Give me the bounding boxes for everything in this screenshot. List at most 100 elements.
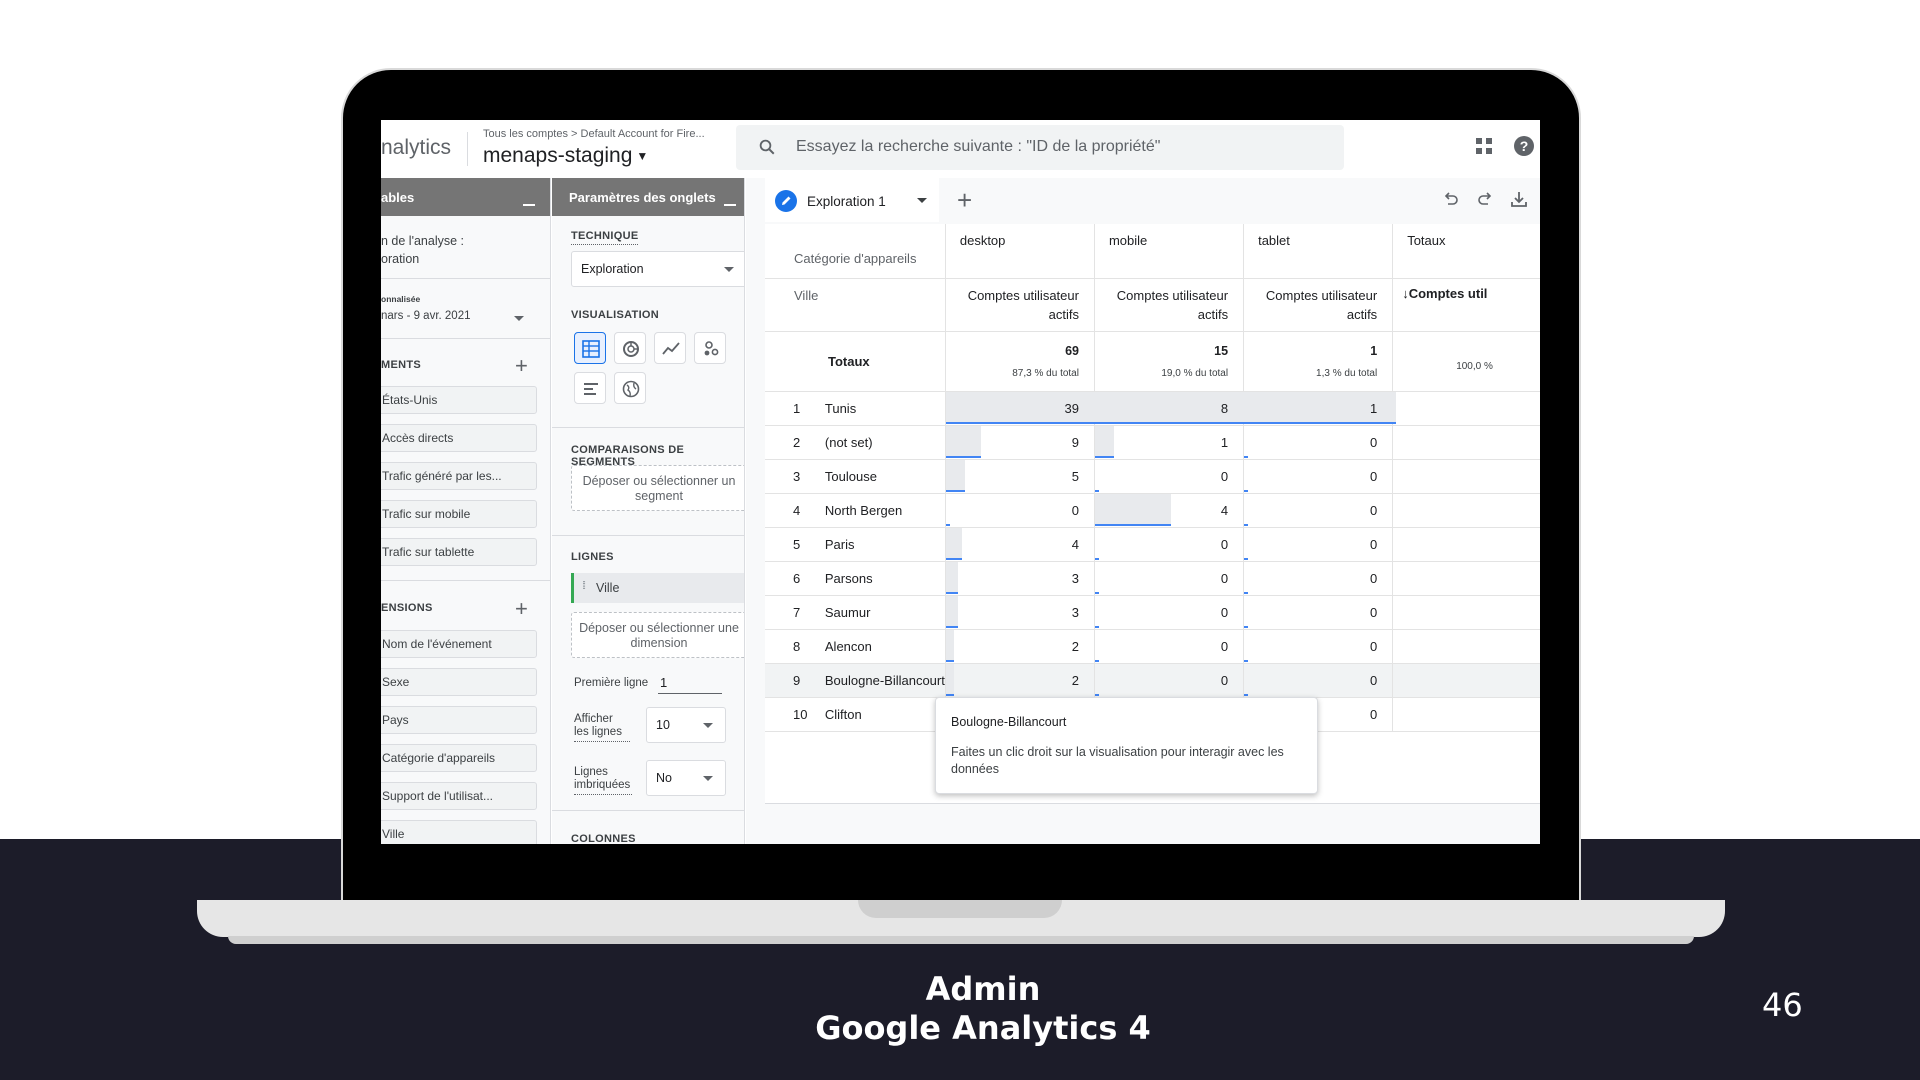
cell-mobile[interactable]: 0 — [1094, 663, 1245, 698]
cell-tablet[interactable]: 0 — [1243, 629, 1394, 664]
dimension-chip[interactable]: Pays — [381, 706, 537, 734]
cell-desktop[interactable]: 3 — [945, 595, 1095, 630]
cell-total[interactable] — [1392, 425, 1540, 460]
cell-mobile[interactable]: 1 — [1094, 425, 1245, 460]
dimension-chip[interactable]: Support de l'utilisat... — [381, 782, 537, 810]
tab-menu-caret-icon[interactable] — [917, 198, 927, 203]
cell-total[interactable] — [1392, 561, 1540, 596]
row-city[interactable]: Paris — [824, 527, 946, 562]
drag-handle-icon[interactable]: ⁞⁞ — [582, 580, 586, 592]
analysis-name-value[interactable]: oration — [381, 252, 419, 266]
date-range-value[interactable]: nars - 9 avr. 2021 — [381, 310, 471, 322]
table-viz-button[interactable] — [574, 332, 606, 364]
metric-header[interactable]: Comptes utilisateur actifs — [1243, 278, 1394, 332]
table-row[interactable]: 2 (not set) 9 1 0 — [765, 425, 1540, 460]
segment-chip[interactable]: Trafic généré par les... — [381, 462, 537, 490]
table-row[interactable]: 8 Alencon 2 0 0 — [765, 629, 1540, 664]
row-dimension-chip[interactable]: ⁞⁞ Ville — [571, 573, 744, 603]
property-selector[interactable]: menaps-staging ▼ — [483, 144, 648, 168]
collapse-icon[interactable] — [523, 204, 535, 206]
column-header-totals[interactable]: Totaux — [1392, 224, 1540, 279]
help-icon[interactable]: ? — [1514, 136, 1534, 156]
cell-tablet[interactable]: 0 — [1243, 527, 1394, 562]
cell-mobile[interactable]: 0 — [1094, 561, 1245, 596]
redo-icon[interactable] — [1476, 190, 1494, 208]
metric-header[interactable]: Comptes utilisateur actifs — [1094, 278, 1245, 332]
metric-header[interactable]: Comptes utilisateur actifs — [945, 278, 1095, 332]
cell-mobile[interactable]: 0 — [1094, 595, 1245, 630]
date-dropdown-icon[interactable] — [514, 316, 524, 321]
cell-total[interactable] — [1392, 527, 1540, 562]
search-box[interactable] — [736, 125, 1344, 170]
cell-total[interactable] — [1392, 663, 1540, 698]
cell-mobile[interactable]: 0 — [1094, 459, 1245, 494]
cell-desktop[interactable]: 39 — [945, 391, 1098, 426]
tab-exploration-1[interactable]: Exploration 1 — [765, 178, 939, 222]
table-row[interactable]: 6 Parsons 3 0 0 — [765, 561, 1540, 596]
cell-tablet[interactable]: 0 — [1243, 663, 1394, 698]
table-row[interactable]: 5 Paris 4 0 0 — [765, 527, 1540, 562]
bar-viz-button[interactable] — [574, 372, 606, 404]
first-row-input[interactable] — [658, 672, 722, 694]
cell-desktop[interactable]: 9 — [945, 425, 1095, 460]
scatter-viz-button[interactable] — [694, 332, 726, 364]
cell-total[interactable] — [1392, 697, 1540, 732]
column-header-tablet[interactable]: tablet — [1243, 224, 1394, 279]
collapse-icon[interactable] — [724, 204, 736, 206]
cell-total[interactable] — [1392, 391, 1540, 426]
table-row[interactable]: 7 Saumur 3 0 0 — [765, 595, 1540, 630]
add-segment-icon[interactable]: + — [515, 355, 528, 377]
cell-desktop[interactable]: 2 — [945, 663, 1095, 698]
cell-desktop[interactable]: 0 — [945, 493, 1095, 528]
donut-viz-button[interactable] — [614, 332, 646, 364]
cell-tablet[interactable]: 0 — [1243, 459, 1394, 494]
segment-chip[interactable]: Trafic sur mobile — [381, 500, 537, 528]
row-city[interactable]: Tunis — [824, 391, 946, 426]
dimension-dropzone[interactable]: Déposer ou sélectionner une dimension — [571, 612, 744, 658]
table-row[interactable]: 9 Boulogne-Billancourt 2 0 0 — [765, 663, 1540, 698]
search-input[interactable] — [796, 136, 1316, 158]
apps-grid-icon[interactable] — [1474, 136, 1494, 156]
cell-tablet[interactable]: 0 — [1243, 493, 1394, 528]
dimension-chip[interactable]: Catégorie d'appareils — [381, 744, 537, 772]
table-row[interactable]: 1 Tunis 39 8 1 — [765, 391, 1540, 426]
cell-mobile[interactable]: 8 — [1094, 391, 1247, 426]
row-city[interactable]: North Bergen — [824, 493, 946, 528]
cell-desktop[interactable]: 3 — [945, 561, 1095, 596]
cell-total[interactable] — [1392, 493, 1540, 528]
cell-total[interactable] — [1392, 629, 1540, 664]
cell-tablet[interactable]: 1 — [1243, 391, 1397, 426]
nested-rows-select[interactable]: No — [646, 760, 726, 796]
cell-tablet[interactable]: 0 — [1243, 561, 1394, 596]
cell-total[interactable] — [1392, 595, 1540, 630]
row-dimension-header[interactable]: Ville — [794, 288, 818, 303]
cell-total[interactable] — [1392, 459, 1540, 494]
row-city[interactable]: Alencon — [824, 629, 946, 664]
dimension-chip[interactable]: Nom de l'événement — [381, 630, 537, 658]
edit-pencil-icon[interactable] — [775, 190, 797, 212]
table-row[interactable]: 4 North Bergen 0 4 0 — [765, 493, 1540, 528]
row-city[interactable]: Boulogne-Billancourt — [824, 663, 946, 698]
row-city[interactable]: Parsons — [824, 561, 946, 596]
segment-dropzone[interactable]: Déposer ou sélectionner un segment — [571, 465, 744, 511]
geo-viz-button[interactable] — [614, 372, 646, 404]
cell-desktop[interactable]: 4 — [945, 527, 1095, 562]
dimension-chip[interactable]: Ville — [381, 820, 537, 844]
segment-chip[interactable]: Trafic sur tablette — [381, 538, 537, 566]
cell-tablet[interactable]: 0 — [1243, 425, 1394, 460]
column-header-mobile[interactable]: mobile — [1094, 224, 1245, 279]
cell-mobile[interactable]: 0 — [1094, 629, 1245, 664]
show-rows-select[interactable]: 10 — [646, 707, 726, 743]
technique-select[interactable]: Exploration — [571, 251, 744, 287]
table-row[interactable]: 3 Toulouse 5 0 0 — [765, 459, 1540, 494]
dimension-chip[interactable]: Sexe — [381, 668, 537, 696]
row-city[interactable]: Toulouse — [824, 459, 946, 494]
column-header-desktop[interactable]: desktop — [945, 224, 1095, 279]
add-tab-icon[interactable]: + — [957, 187, 972, 213]
cell-desktop[interactable]: 2 — [945, 629, 1095, 664]
segment-chip[interactable]: Accès directs — [381, 424, 537, 452]
row-city[interactable]: Saumur — [824, 595, 946, 630]
cell-mobile[interactable]: 4 — [1094, 493, 1245, 528]
row-city[interactable]: Clifton — [824, 697, 946, 732]
cell-desktop[interactable]: 5 — [945, 459, 1095, 494]
